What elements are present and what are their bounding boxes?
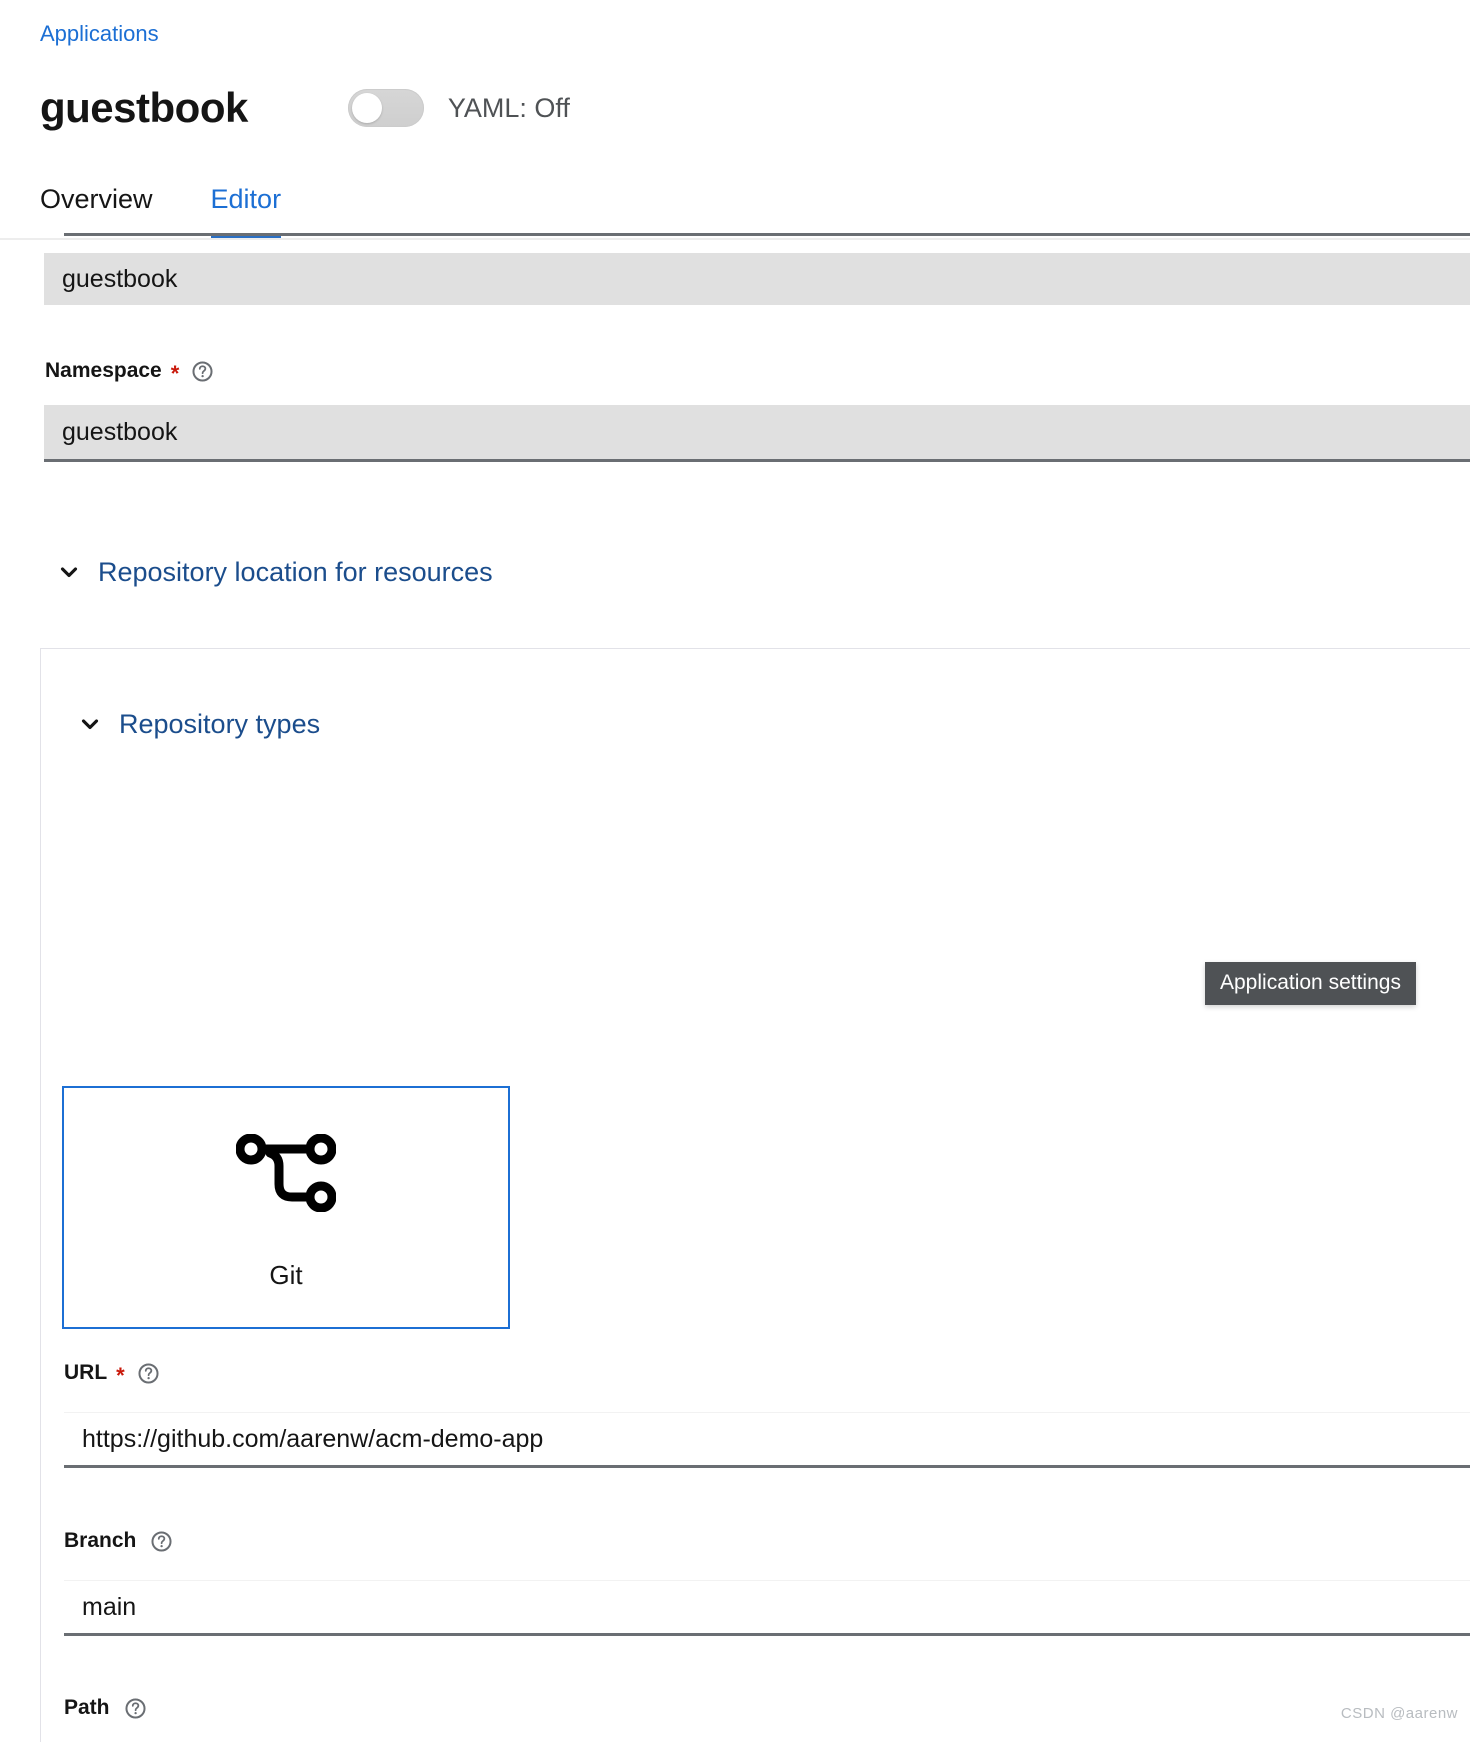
git-branch-icon [235,1133,337,1217]
yaml-toggle-group[interactable]: YAML: Off [347,89,570,127]
toggle-knob [351,93,382,123]
namespace-label-text: Namespace [45,359,162,382]
namespace-input: guestbook [44,405,1470,462]
namespace-label: Namespace * [45,358,213,386]
path-label-text: Path [64,1696,110,1719]
help-icon[interactable] [138,1362,159,1384]
tab-bar-divider [0,238,1470,240]
help-icon[interactable] [192,360,213,382]
help-icon[interactable] [151,1530,172,1552]
help-icon[interactable] [124,1697,146,1719]
chevron-down-icon [79,713,101,735]
tab-overview[interactable]: Overview [40,182,153,240]
breadcrumb-applications[interactable]: Applications [40,20,159,48]
url-input[interactable]: https://github.com/aarenw/acm-demo-app [64,1412,1470,1468]
repository-types-section-toggle[interactable]: Repository types [79,707,320,741]
repository-location-section-toggle[interactable]: Repository location for resources [58,555,493,589]
url-label-text: URL [64,1361,108,1384]
tab-editor[interactable]: Editor [210,182,281,240]
yaml-toggle-label: YAML: Off [447,93,570,123]
yaml-toggle-switch[interactable] [347,89,424,127]
required-asterisk: * [170,361,180,386]
repository-type-card-git[interactable]: Git [62,1086,510,1329]
path-label: Path [64,1695,146,1721]
application-settings-tooltip: Application settings [1205,962,1416,1005]
url-label: URL * [64,1360,159,1388]
page-title: guestbook [40,84,248,131]
repository-location-section-label: Repository location for resources [98,557,493,587]
chevron-down-icon [58,561,80,583]
path-input-underline [64,233,1470,236]
repository-types-section-label: Repository types [119,709,321,739]
name-input: guestbook [44,253,1470,305]
required-asterisk: * [116,1363,125,1388]
branch-label-text: Branch [64,1529,137,1552]
repository-type-card-label: Git [269,1260,303,1290]
branch-label: Branch [64,1528,172,1554]
tab-bar: Overview Editor [40,182,339,240]
page-header: guestbook YAML: Off [40,80,570,136]
branch-input[interactable]: main [64,1580,1470,1636]
watermark: CSDN @aarenw [1340,1705,1458,1722]
